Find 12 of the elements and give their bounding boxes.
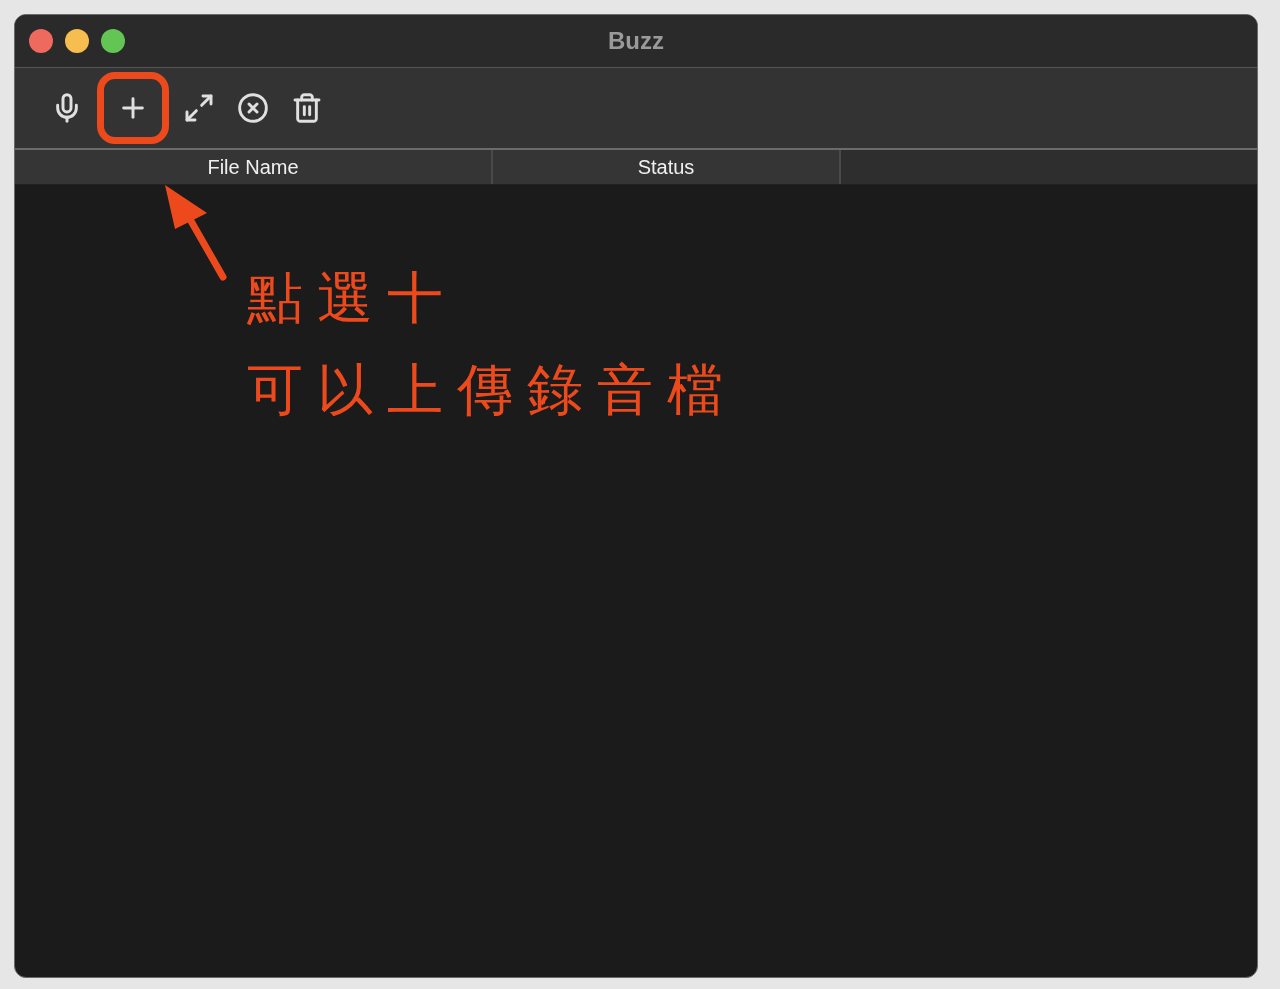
annotation-text: 可以上傳錄音檔	[247, 358, 737, 421]
zoom-button[interactable]	[101, 29, 125, 53]
trash-icon	[291, 92, 323, 124]
minimize-button[interactable]	[65, 29, 89, 53]
add-button[interactable]	[97, 72, 169, 144]
window-title: Buzz	[608, 27, 664, 54]
annotation-text: 點選十	[247, 267, 458, 329]
column-header[interactable]: Status	[493, 150, 841, 184]
cancel-icon	[237, 92, 269, 124]
expand-icon	[183, 92, 215, 124]
close-button[interactable]	[29, 29, 53, 53]
column-header[interactable]: File Name	[15, 150, 493, 184]
